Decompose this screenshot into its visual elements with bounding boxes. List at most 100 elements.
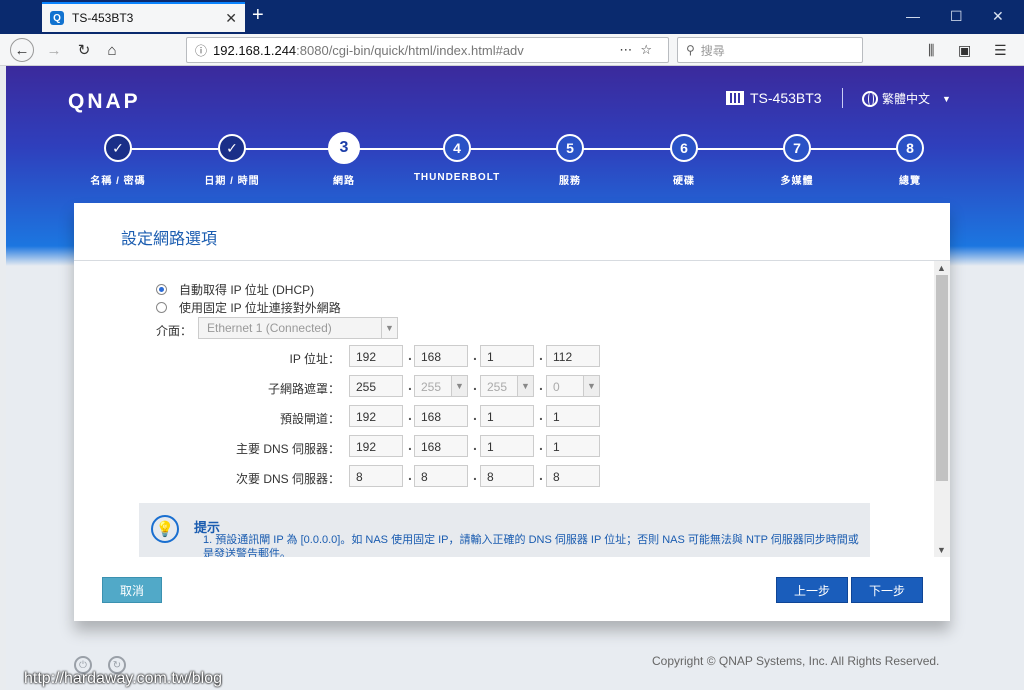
ip-separator: . [473, 407, 477, 423]
reload-icon[interactable]: ↻ [72, 38, 96, 62]
step-label: 硬碟 [673, 176, 695, 187]
octet-value: 8 [356, 470, 363, 484]
secondary-dns-octet-1[interactable]: 8 [349, 465, 403, 487]
dialog-scrollbar[interactable]: ▲ ▼ [934, 261, 950, 557]
default-gateway-label: 預設閘道： [279, 412, 340, 426]
back-arrow-icon[interactable]: ← [10, 38, 34, 62]
minimize-icon[interactable]: — [906, 8, 920, 24]
primary-dns-octet-1[interactable]: 192 [349, 435, 403, 457]
site-info-icon[interactable]: ⓘ [195, 42, 207, 59]
next-button[interactable]: 下一步 [851, 577, 923, 603]
step-number: 6 [670, 134, 698, 162]
wizard-step-6: 6 硬碟 [634, 134, 734, 187]
scroll-down-icon[interactable]: ▼ [937, 545, 946, 555]
default-gateway-octet-1[interactable]: 192 [349, 405, 403, 427]
subnet-mask-octet-4[interactable]: 0 ▼ [546, 375, 600, 397]
scroll-up-icon[interactable]: ▲ [937, 263, 946, 273]
ip-separator: . [408, 347, 412, 363]
tab-close-icon[interactable]: ✕ [225, 10, 237, 27]
interface-label: 介面： [156, 324, 193, 338]
octet-value: 8 [421, 470, 428, 484]
qnap-logo: QNAP [68, 90, 141, 113]
search-icon: ⚲ [686, 43, 695, 57]
octet-value: 1 [487, 350, 494, 364]
nas-device-icon [726, 91, 744, 105]
library-icon[interactable]: ⫼ [928, 42, 934, 59]
step-label: 總覽 [899, 176, 921, 187]
sidebar-icon[interactable]: ▣ [958, 42, 971, 59]
chevron-down-icon: ▼ [451, 376, 467, 396]
step-number: 5 [556, 134, 584, 162]
window-close-icon[interactable]: ✕ [992, 8, 1004, 25]
octet-value: 112 [553, 350, 573, 364]
chevron-down-icon: ▼ [381, 318, 397, 338]
language-selector[interactable]: 繁體中文 ▼ [862, 90, 951, 107]
ip-address-octet-4[interactable]: 112 [546, 345, 600, 367]
step-label: 網路 [333, 176, 355, 187]
radio-unselected-icon [156, 302, 167, 313]
ip-address-octet-1[interactable]: 192 [349, 345, 403, 367]
ip-separator: . [539, 467, 543, 483]
scrollbar-thumb[interactable] [936, 275, 948, 481]
default-gateway-octet-3[interactable]: 1 [480, 405, 534, 427]
ip-address-octet-3[interactable]: 1 [480, 345, 534, 367]
subnet-mask-label: 子網路遮罩： [267, 382, 340, 396]
page-actions-icon[interactable]: ⋯☆ [619, 42, 660, 58]
secondary-dns-octet-3[interactable]: 8 [480, 465, 534, 487]
octet-value: 255 [421, 380, 442, 394]
octet-value: 255 [356, 380, 377, 394]
ip-separator: . [473, 437, 477, 453]
secondary-dns-octet-4[interactable]: 8 [546, 465, 600, 487]
subnet-mask-octet-1[interactable]: 255 [349, 375, 403, 397]
default-gateway-octet-2[interactable]: 168 [414, 405, 468, 427]
primary-dns-octet-4[interactable]: 1 [546, 435, 600, 457]
dialog-scroll-area[interactable]: 自動取得 IP 位址 (DHCP) 使用固定 IP 位址連接對外網路 介面： E… [74, 261, 950, 557]
qnap-setup-page: QNAP TS-453BT3 繁體中文 ▼ ✓ 名稱 / 密碼 ✓ 日期 / 時間 3 網… [6, 66, 1024, 690]
cancel-button[interactable]: 取消 [102, 577, 162, 603]
previous-button[interactable]: 上一步 [776, 577, 848, 603]
forward-arrow-icon[interactable]: → [42, 38, 66, 62]
url-host: 192.168.1.244 [213, 42, 297, 58]
search-input[interactable]: ⚲ 搜尋 [677, 37, 863, 63]
octet-value: 192 [356, 410, 377, 424]
octet-value: 192 [356, 350, 377, 364]
interface-select[interactable]: Ethernet 1 (Connected) ▼ [198, 317, 398, 339]
tip-box: 💡 提示 1. 預設通訊閘 IP 為 [0.0.0.0]。如 NAS 使用固定 … [139, 503, 870, 557]
default-gateway-octet-4[interactable]: 1 [546, 405, 600, 427]
subnet-mask-octet-3[interactable]: 255 ▼ [480, 375, 534, 397]
chevron-down-icon: ▼ [583, 376, 599, 396]
network-settings-dialog: 設定網路選項 自動取得 IP 位址 (DHCP) 使用固定 IP 位址連接對外網… [74, 203, 950, 621]
dhcp-radio[interactable]: 自動取得 IP 位址 (DHCP) [156, 281, 314, 298]
browser-tab[interactable]: Q TS-453BT3 ✕ [42, 2, 245, 32]
url-bar[interactable]: ⓘ 192.168.1.244 :8080/cgi-bin/quick/html… [186, 37, 669, 63]
tip-text: 1. 預設通訊閘 IP 為 [0.0.0.0]。如 NAS 使用固定 IP，請輸… [203, 534, 859, 557]
octet-value: 1 [487, 440, 494, 454]
subnet-mask-octet-2[interactable]: 255 ▼ [414, 375, 468, 397]
octet-value: 8 [487, 470, 494, 484]
octet-value: 168 [421, 410, 442, 424]
static-ip-radio[interactable]: 使用固定 IP 位址連接對外網路 [156, 299, 341, 316]
browser-nav-bar: ← → ↻ ⌂ ⓘ 192.168.1.244 :8080/cgi-bin/qu… [0, 34, 1024, 66]
lightbulb-icon: 💡 [151, 515, 179, 543]
home-icon[interactable]: ⌂ [100, 38, 124, 62]
browser-tab-bar: Q TS-453BT3 ✕ + — ☐ ✕ [0, 0, 1024, 34]
language-label: 繁體中文 [882, 92, 931, 106]
primary-dns-octet-3[interactable]: 1 [480, 435, 534, 457]
step-number: 3 [328, 132, 360, 164]
device-name: TS-453BT3 [726, 90, 822, 106]
new-tab-icon[interactable]: + [252, 4, 264, 27]
ip-separator: . [473, 377, 477, 393]
static-ip-label: 使用固定 IP 位址連接對外網路 [179, 301, 341, 315]
device-name-text: TS-453BT3 [750, 90, 822, 106]
step-label: 多媒體 [780, 176, 814, 187]
maximize-icon[interactable]: ☐ [950, 8, 963, 25]
radio-selected-icon [156, 284, 167, 295]
menu-icon[interactable]: ☰ [994, 42, 1007, 59]
ip-address-octet-2[interactable]: 168 [414, 345, 468, 367]
octet-value: 255 [487, 380, 508, 394]
secondary-dns-octet-2[interactable]: 8 [414, 465, 468, 487]
wizard-step-2: ✓ 日期 / 時間 [182, 134, 282, 187]
step-number: 7 [783, 134, 811, 162]
ip-separator: . [408, 467, 412, 483]
primary-dns-octet-2[interactable]: 168 [414, 435, 468, 457]
